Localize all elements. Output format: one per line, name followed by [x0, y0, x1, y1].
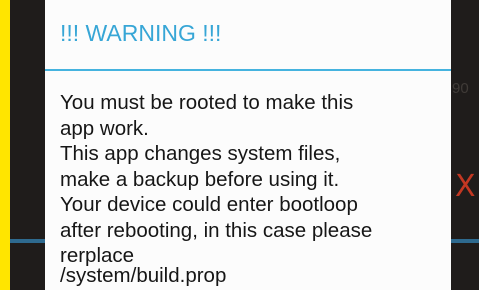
message-line: This app changes system files,	[60, 142, 341, 165]
message-line: make a backup before using it.	[60, 167, 340, 191]
message-line: You must be rooted to make this	[60, 91, 354, 114]
dialog-message: You must be rooted to make this app work…	[60, 90, 445, 288]
dialog-title: !!! WARNING !!!	[60, 20, 222, 46]
message-line: app work.	[60, 116, 149, 140]
background-accent-bar	[10, 239, 45, 243]
background-close-icon[interactable]: X	[455, 172, 476, 202]
message-line: Your device could enter bootloop	[60, 193, 358, 216]
message-line: after rebooting, in this case please	[60, 218, 373, 242]
warning-dialog: !!! WARNING !!! You must be rooted to ma…	[45, 0, 451, 290]
background-accent-bar	[451, 239, 479, 243]
title-divider	[45, 69, 451, 71]
message-line: /system/build.prop	[60, 263, 227, 287]
background-number: 90	[452, 80, 469, 97]
